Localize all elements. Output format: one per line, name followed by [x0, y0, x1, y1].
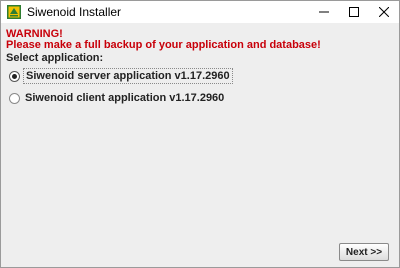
maximize-button[interactable] [339, 1, 369, 23]
content-panel: WARNING! Please make a full backup of yo… [1, 23, 399, 267]
app-icon [7, 5, 21, 19]
next-button[interactable]: Next >> [339, 243, 389, 261]
minimize-icon [319, 11, 329, 13]
minimize-button[interactable] [309, 1, 339, 23]
window-title: Siwenoid Installer [27, 5, 122, 19]
server-application-label[interactable]: Siwenoid server application v1.17.2960 [23, 68, 233, 84]
client-application-option[interactable]: Siwenoid client application v1.17.2960 [7, 91, 224, 107]
title-bar[interactable]: Siwenoid Installer [1, 1, 399, 23]
warning-message: Please make a full backup of your applic… [6, 39, 321, 51]
close-icon [379, 7, 389, 17]
radio-selected-icon[interactable] [9, 71, 20, 82]
radio-unselected-icon[interactable] [9, 93, 20, 104]
installer-window: Siwenoid Installer WARNING! Please make … [0, 0, 400, 268]
select-application-label: Select application: [6, 52, 104, 64]
client-application-label[interactable]: Siwenoid client application v1.17.2960 [23, 91, 226, 105]
maximize-icon [349, 7, 359, 17]
server-application-option[interactable]: Siwenoid server application v1.17.2960 [7, 68, 233, 85]
close-button[interactable] [369, 1, 399, 23]
